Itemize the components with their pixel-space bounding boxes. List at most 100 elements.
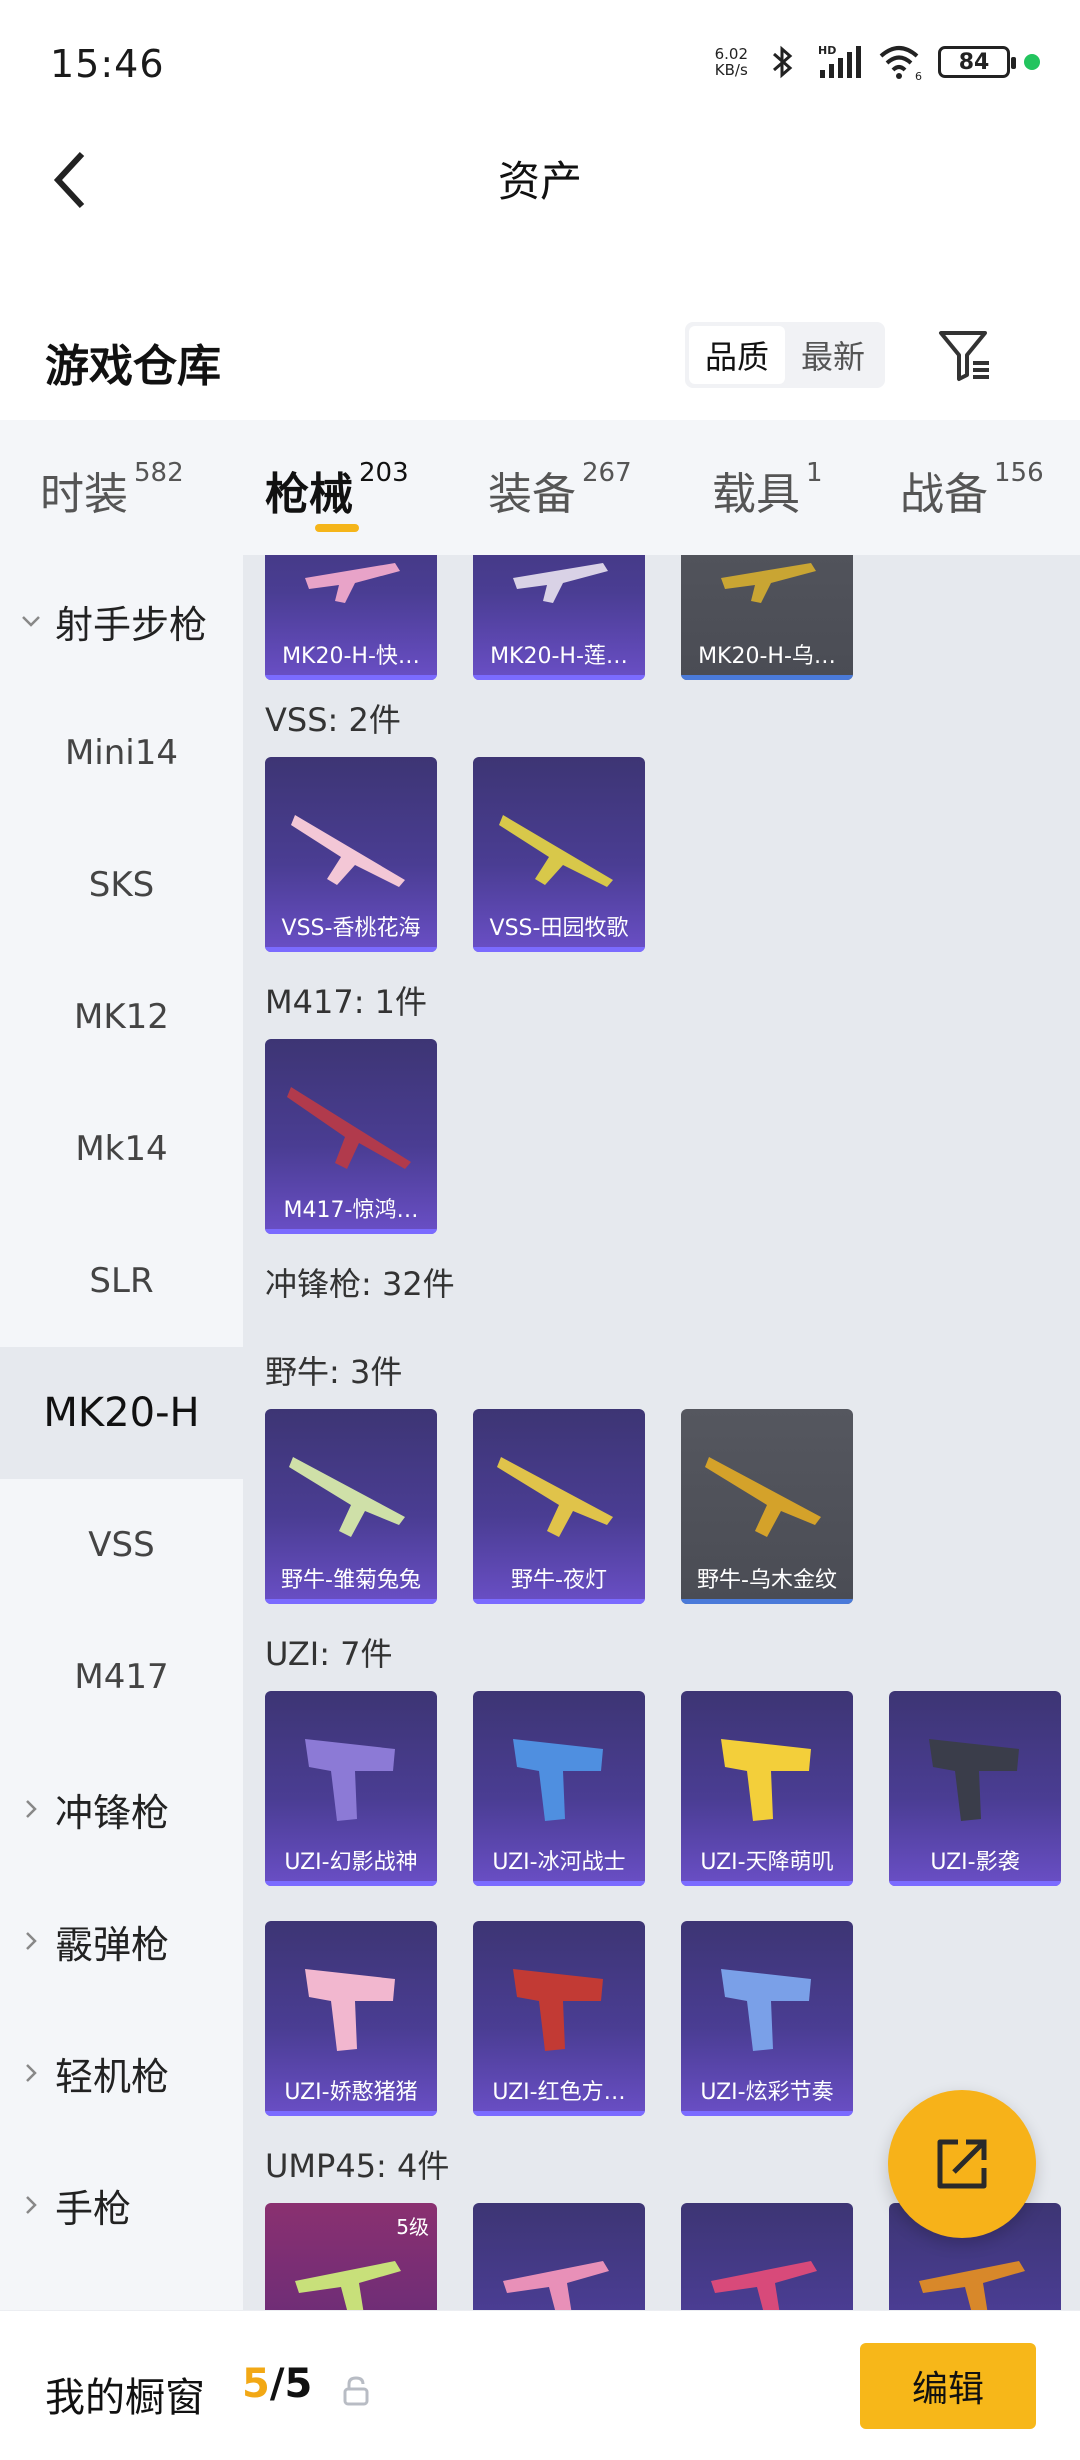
quality-bar [473, 1599, 645, 1604]
gun-skin-icon [497, 1457, 613, 1537]
sidebar-item-sks[interactable]: SKS [0, 819, 243, 951]
skin-name: UZI-天降萌叽 [700, 1850, 834, 1875]
gun-skin-icon [305, 1969, 395, 2051]
skin-card[interactable]: UZI-娇憨猪猪 [265, 1921, 437, 2116]
category-tabs: 时装 582 枪械 203 装备 267 载具 1 战备 156 [0, 420, 1080, 555]
wifi-icon: 6 [879, 46, 922, 82]
privacy-dot [1024, 54, 1040, 70]
skin-name: VSS-香桃花海 [281, 916, 421, 941]
quality-bar [265, 2111, 437, 2116]
section-label-smg: 冲锋枪: 32件 [265, 1265, 455, 1303]
sidebar-item-label: 射手步枪 [55, 602, 208, 647]
tab-count: 156 [994, 458, 1044, 488]
gun-skin-icon [295, 2261, 401, 2310]
skin-card[interactable]: UZI-影袭 [889, 1691, 1061, 1886]
skin-card[interactable]: VSS-香桃花海 [265, 757, 437, 952]
section-label-m417: M417: 1件 [265, 983, 428, 1021]
gun-skin-icon [513, 563, 608, 603]
showcase-count-current: 5 [242, 2361, 270, 2407]
status-icons: 6.02 KB/s HD 6 84 [715, 42, 1040, 82]
tab-label: 装备 [488, 469, 576, 520]
quality-bar [681, 1881, 853, 1886]
skin-card[interactable]: UZI-天降萌叽 [681, 1691, 853, 1886]
skin-card[interactable]: UZI-炫彩节奏 [681, 1921, 853, 2116]
tab-count: 582 [134, 458, 184, 488]
status-time: 15:46 [50, 42, 165, 86]
filter-button[interactable] [932, 322, 998, 388]
sidebar-item-label: 霰弹枪 [55, 1922, 170, 1967]
showcase-label: 我的橱窗 [45, 2375, 205, 2421]
skin-card[interactable]: 野牛-雏菊兔兔 [265, 1409, 437, 1604]
skin-card[interactable]: MK20-H-乌… [681, 555, 853, 680]
section-label-uzi: UZI: 7件 [265, 1635, 393, 1673]
gun-skin-icon [305, 563, 400, 603]
signal-hd-label: HD [818, 44, 836, 57]
sidebar-item-m417[interactable]: M417 [0, 1611, 243, 1743]
active-tab-indicator [315, 524, 359, 532]
skin-card[interactable]: UZI-冰河战士 [473, 1691, 645, 1886]
showcase-count: 5/5 [242, 2361, 312, 2407]
chevron-right-icon [26, 1932, 37, 1950]
sidebar-item-mk12[interactable]: MK12 [0, 951, 243, 1083]
tab-label: 枪械 [265, 469, 353, 520]
tab-firearms[interactable]: 枪械 203 [265, 458, 409, 522]
skin-card[interactable]: UZI-幻影战神 [265, 1691, 437, 1886]
skin-name: MK20-H-乌… [698, 644, 836, 669]
skin-card[interactable]: VSS-田园牧歌 [473, 757, 645, 952]
gun-skin-icon [289, 1457, 405, 1537]
tab-equipment[interactable]: 装备 267 [488, 458, 632, 522]
warehouse-row: 游戏仓库 品质 最新 [0, 300, 1080, 410]
tab-count: 1 [806, 458, 823, 488]
share-button[interactable] [888, 2090, 1036, 2238]
sidebar-group-pistol[interactable]: 手枪 [0, 2139, 243, 2271]
tab-count: 267 [582, 458, 632, 488]
skin-name: UZI-冰河战士 [492, 1850, 626, 1875]
skin-card[interactable] [681, 2203, 853, 2310]
edit-button[interactable]: 编辑 [860, 2343, 1036, 2429]
page-title: 资产 [497, 157, 582, 206]
skin-card[interactable]: M417-惊鸿… [265, 1039, 437, 1234]
gun-skin-icon [291, 815, 405, 887]
share-export-icon [937, 2139, 987, 2189]
skin-name: UZI-影袭 [930, 1850, 1020, 1875]
gun-skin-icon [513, 1739, 603, 1821]
sidebar-group-shotgun[interactable]: 霰弹枪 [0, 1875, 243, 2007]
skin-name: M417-惊鸿… [283, 1198, 419, 1223]
quality-bar [265, 1229, 437, 1234]
sidebar-group-lmg[interactable]: 轻机枪 [0, 2007, 243, 2139]
gun-skin-icon [711, 2261, 817, 2310]
quality-bar [265, 675, 437, 680]
bottom-bar: 我的橱窗 5/5 编辑 [0, 2310, 1080, 2460]
quality-bar [473, 2111, 645, 2116]
sidebar-group-marksman-rifles[interactable]: 射手步枪 [0, 555, 243, 687]
gun-skin-icon [705, 1457, 821, 1537]
skin-card[interactable]: UZI-红色方… [473, 1921, 645, 2116]
tab-fashion[interactable]: 时装 582 [40, 458, 184, 522]
quality-bar [265, 947, 437, 952]
skin-card[interactable]: 野牛-夜灯 [473, 1409, 645, 1604]
skin-card[interactable]: 野牛-乌木金纹 [681, 1409, 853, 1604]
tab-vehicles[interactable]: 载具 1 [712, 458, 823, 522]
sort-quality-option[interactable]: 品质 [689, 326, 785, 384]
filter-icon [939, 331, 989, 381]
sidebar-item-mk14[interactable]: Mk14 [0, 1083, 243, 1215]
skin-card[interactable]: MK20-H-快… [265, 555, 437, 680]
sidebar-item-mk20h[interactable]: MK20-H [0, 1347, 243, 1479]
tab-combat-gear[interactable]: 战备 156 [900, 458, 1044, 522]
sidebar-item-vss[interactable]: VSS [0, 1479, 243, 1611]
quality-bar [681, 1599, 853, 1604]
sidebar-item-label: 手枪 [55, 2186, 132, 2231]
status-bar: 15:46 6.02 KB/s HD 6 84 [0, 0, 1080, 130]
skin-card[interactable]: MK20-H-莲… [473, 555, 645, 680]
net-speed: 6.02 KB/s [715, 46, 748, 78]
skin-card[interactable] [473, 2203, 645, 2310]
skin-name: 野牛-夜灯 [511, 1568, 607, 1593]
sidebar: 射手步枪 Mini14 SKS MK12 Mk14 SLR MK20-H VSS… [0, 555, 243, 2310]
quality-bar [889, 1881, 1061, 1886]
showcase-count-separator: / [269, 2361, 285, 2407]
sidebar-item-mini14[interactable]: Mini14 [0, 687, 243, 819]
sidebar-item-slr[interactable]: SLR [0, 1215, 243, 1347]
skin-card[interactable]: 5级 [265, 2203, 437, 2310]
sidebar-group-smg[interactable]: 冲锋枪 [0, 1743, 243, 1875]
sort-newest-option[interactable]: 最新 [785, 326, 881, 384]
